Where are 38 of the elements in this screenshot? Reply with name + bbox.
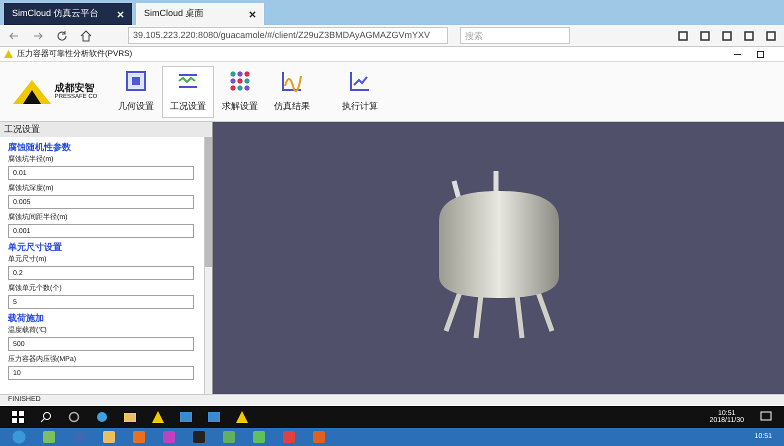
toolbar-button[interactable]: 仿真结果: [266, 66, 318, 118]
section-heading: 载荷施加: [8, 312, 45, 325]
close-icon[interactable]: [249, 10, 256, 18]
back-icon[interactable]: [8, 30, 20, 42]
start-icon[interactable]: [12, 430, 26, 444]
toolbar-button[interactable]: 工况设置: [162, 66, 214, 118]
section-heading: 单元尺寸设置: [8, 241, 63, 254]
toolbar-button[interactable]: 执行计算: [334, 66, 386, 118]
logo-text: 成都安智: [54, 84, 96, 94]
app-icon[interactable]: [236, 411, 248, 423]
browser-tab[interactable]: SimCloud 仿真云平台: [4, 3, 132, 25]
chart-icon: [281, 70, 303, 92]
browser-icon[interactable]: [96, 411, 108, 423]
search-icon[interactable]: [40, 411, 52, 423]
forward-icon[interactable]: [32, 30, 44, 42]
browser-tab[interactable]: SimCloud 桌面: [136, 3, 264, 25]
address-field[interactable]: 39.105.223.220:8080/guacamole/#/client/Z29uZ3BMDAyAGMAZGVmYXV: [128, 27, 448, 44]
line-chart-icon: [349, 70, 371, 92]
frame-icon: [125, 70, 147, 92]
program-icon[interactable]: [192, 430, 206, 444]
search-field[interactable]: 搜索: [460, 27, 570, 44]
reload-icon[interactable]: [56, 30, 68, 42]
maximize-icon[interactable]: [757, 50, 764, 58]
home-icon[interactable]: [80, 30, 92, 42]
app-icon[interactable]: [152, 411, 164, 423]
app-logo-icon: [4, 50, 13, 58]
window-title: 压力容器可靠性分析软件(PVRS): [17, 48, 132, 60]
folder-icon[interactable]: [124, 411, 136, 423]
windows-icon[interactable]: [12, 411, 24, 423]
toolbar-button[interactable]: 求解设置: [214, 66, 266, 118]
program-icon[interactable]: [102, 430, 116, 444]
toolbar-button[interactable]: 几何设置: [110, 66, 162, 118]
logo-icon: [12, 80, 51, 104]
task-view-icon[interactable]: [68, 411, 80, 423]
dots-icon: [229, 70, 251, 92]
notification-icon[interactable]: [760, 411, 772, 423]
section-heading: 腐蚀随机性参数: [8, 141, 72, 154]
panel-header: 工况设置: [0, 122, 212, 137]
